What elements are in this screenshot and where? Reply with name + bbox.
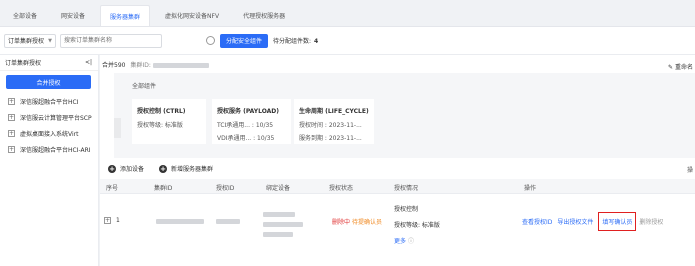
merge-title: 合并590 [102,61,126,69]
detail-title: 全部组件 [132,83,157,90]
col-license-info: 授权情况 [394,185,419,192]
redacted-value [156,219,204,224]
edit-icon: ✎ [668,64,674,71]
plus-circle-icon: + [108,164,116,173]
row-index-cell: +1 [104,217,120,224]
sidebar-item-hci-ari[interactable]: + 深信服超融合平台HCI-ARI [0,141,98,157]
export-license-file-link[interactable]: 导出授权文件 [557,217,593,226]
tab-server-cluster[interactable]: 服务器集群 [100,5,151,26]
table-header: 序号 集群ID 授权ID 绑定设备 授权状态 授权情况 操作 [100,179,695,194]
redacted-value [263,222,303,227]
license-info-cell: 授权控制 授权等级: 标准版 更多 ⓘ [394,204,440,245]
expand-icon[interactable]: + [8,129,15,137]
redacted-value [263,232,293,237]
action-bar: + 添加设备 + 新增服务器集群 [108,164,228,173]
sidebar-item-hci[interactable]: + 深信服超融合平台HCI [0,93,98,109]
col-operations: 操作 [524,185,537,192]
status-pending: 待提确认员 [351,219,382,226]
chevron-down-icon: ▼ [48,37,52,44]
allocate-component-button[interactable]: 分配安全组件 [220,33,269,48]
main-panel: 合并590 集群ID: ✎ 重命名 全部组件 授权控制 (CTRL) 授权等级:… [100,55,695,266]
sidebar-item-label: 虚拟桌面接入系统Virt [20,130,79,138]
col-index: 序号 [106,185,119,192]
redacted-value [152,62,209,68]
operations-cell: 查看授权ID 导出授权文件 填写确认员 删除授权 [522,212,663,231]
expand-icon[interactable]: + [8,145,15,153]
redacted-license-id [216,218,240,225]
sidebar-item-scp[interactable]: + 深信服云计算管理平台SCP [0,109,98,125]
redacted-device [263,211,303,238]
status-deleting: 删除中 [332,219,351,226]
add-device-button[interactable]: + 添加设备 [108,164,144,173]
carousel-prev[interactable] [114,118,121,138]
card-title: 生命周期 (LIFE_CYCLE) [299,108,369,115]
merge-license-button[interactable]: 合并授权 [6,75,91,89]
add-device-label: 添加设备 [120,166,145,173]
card-line: 授权等级: 标准版 [137,122,183,129]
delete-license-link[interactable]: 删除授权 [639,217,663,226]
card-line: 授权时间 : 2023-11-... [299,122,362,129]
tab-nfv[interactable]: 虚拟化网安设备NFV [156,5,228,26]
info-icon: ⓘ [407,238,414,245]
card-line: 服务到期 : 2023-11-... [299,135,362,142]
truncated-text: 操 [686,167,693,174]
table-row: +1 删除中 待提确认员 授权控制 授权等级: 标准版 更多 ⓘ 查看授权ID … [100,194,695,266]
tab-all-devices[interactable]: 全部设备 [4,5,46,26]
component-detail-panel: 全部组件 授权控制 (CTRL) 授权等级: 标准版 授权服务 (PAYLOAD… [114,73,695,158]
sidebar-header: 订单集群授权 <| [0,55,98,71]
redacted-value [263,212,295,217]
status-cell: 删除中 待提确认员 [332,217,382,226]
col-license-id: 授权ID [216,185,235,192]
view-license-id-link[interactable]: 查看授权ID [522,217,552,226]
rename-label: 重命名 [674,64,693,71]
sidebar-item-label: 深信服超融合平台HCI [20,98,79,106]
toolbar: 订单集群授权 ▼ 分配安全组件 待分配组件数:4 [0,27,695,55]
redacted-cluster-id [156,218,204,225]
tab-proxy-server[interactable]: 代理授权服务器 [234,5,294,26]
add-cluster-button[interactable]: + 新增服务器集群 [159,164,213,173]
col-bound-device: 绑定设备 [266,185,291,192]
card-title: 授权控制 (CTRL) [137,108,186,115]
top-tab-bar: 全部设备 网安设备 服务器集群 虚拟化网安设备NFV 代理授权服务器 [0,0,695,27]
card-line: VDI承通用... : 10/35 [217,135,275,142]
search-input[interactable] [60,33,162,48]
rename-button[interactable]: ✎ 重命名 [668,62,693,71]
auth-level: 授权等级: 标准版 [394,222,440,229]
expand-icon[interactable]: + [104,217,111,224]
sidebar-item-virt[interactable]: + 虚拟桌面接入系统Virt [0,125,98,141]
redacted-value [216,219,240,224]
col-status: 授权状态 [329,185,354,192]
expand-icon[interactable]: + [8,113,15,121]
col-cluster-id: 集群ID [154,185,173,192]
filter-select-value: 订单集群授权 [8,38,45,45]
payload-card: 授权服务 (PAYLOAD) TCI承通用... : 10/35 VDI承通用.… [212,99,291,144]
filter-select[interactable]: 订单集群授权 ▼ [4,33,56,48]
auth-title: 授权控制 [394,206,419,213]
sidebar-item-label: 深信服超融合平台HCI-ARI [20,146,91,154]
row-index: 1 [116,217,120,224]
card-title: 授权服务 (PAYLOAD) [217,108,280,115]
tab-network-security[interactable]: 网安设备 [52,5,94,26]
pending-count: 待分配组件数: 4 [273,38,319,45]
expand-icon[interactable]: + [8,97,15,105]
merge-header: 合并590 集群ID: [100,55,695,73]
sidebar: 订单集群授权 <| 合并授权 + 深信服超融合平台HCI + 深信服云计算管理平台S… [0,55,99,266]
cluster-id: 集群ID: [130,60,209,69]
plus-circle-icon: + [159,164,168,173]
more-link[interactable]: 更多 ⓘ [394,236,440,245]
card-line: TCI承通用... : 10/35 [217,122,274,129]
sidebar-item-label: 深信服云计算管理平台SCP [20,114,92,122]
toggle-radio[interactable] [206,36,215,45]
lifecycle-card: 生命周期 (LIFE_CYCLE) 授权时间 : 2023-11-... 服务到… [294,99,374,144]
ctrl-card: 授权控制 (CTRL) 授权等级: 标准版 [132,99,206,144]
collapse-icon[interactable]: <| [85,59,92,66]
fill-confirmer-link[interactable]: 填写确认员 [598,212,637,231]
add-cluster-label: 新增服务器集群 [171,166,214,173]
sidebar-title: 订单集群授权 [5,60,42,67]
